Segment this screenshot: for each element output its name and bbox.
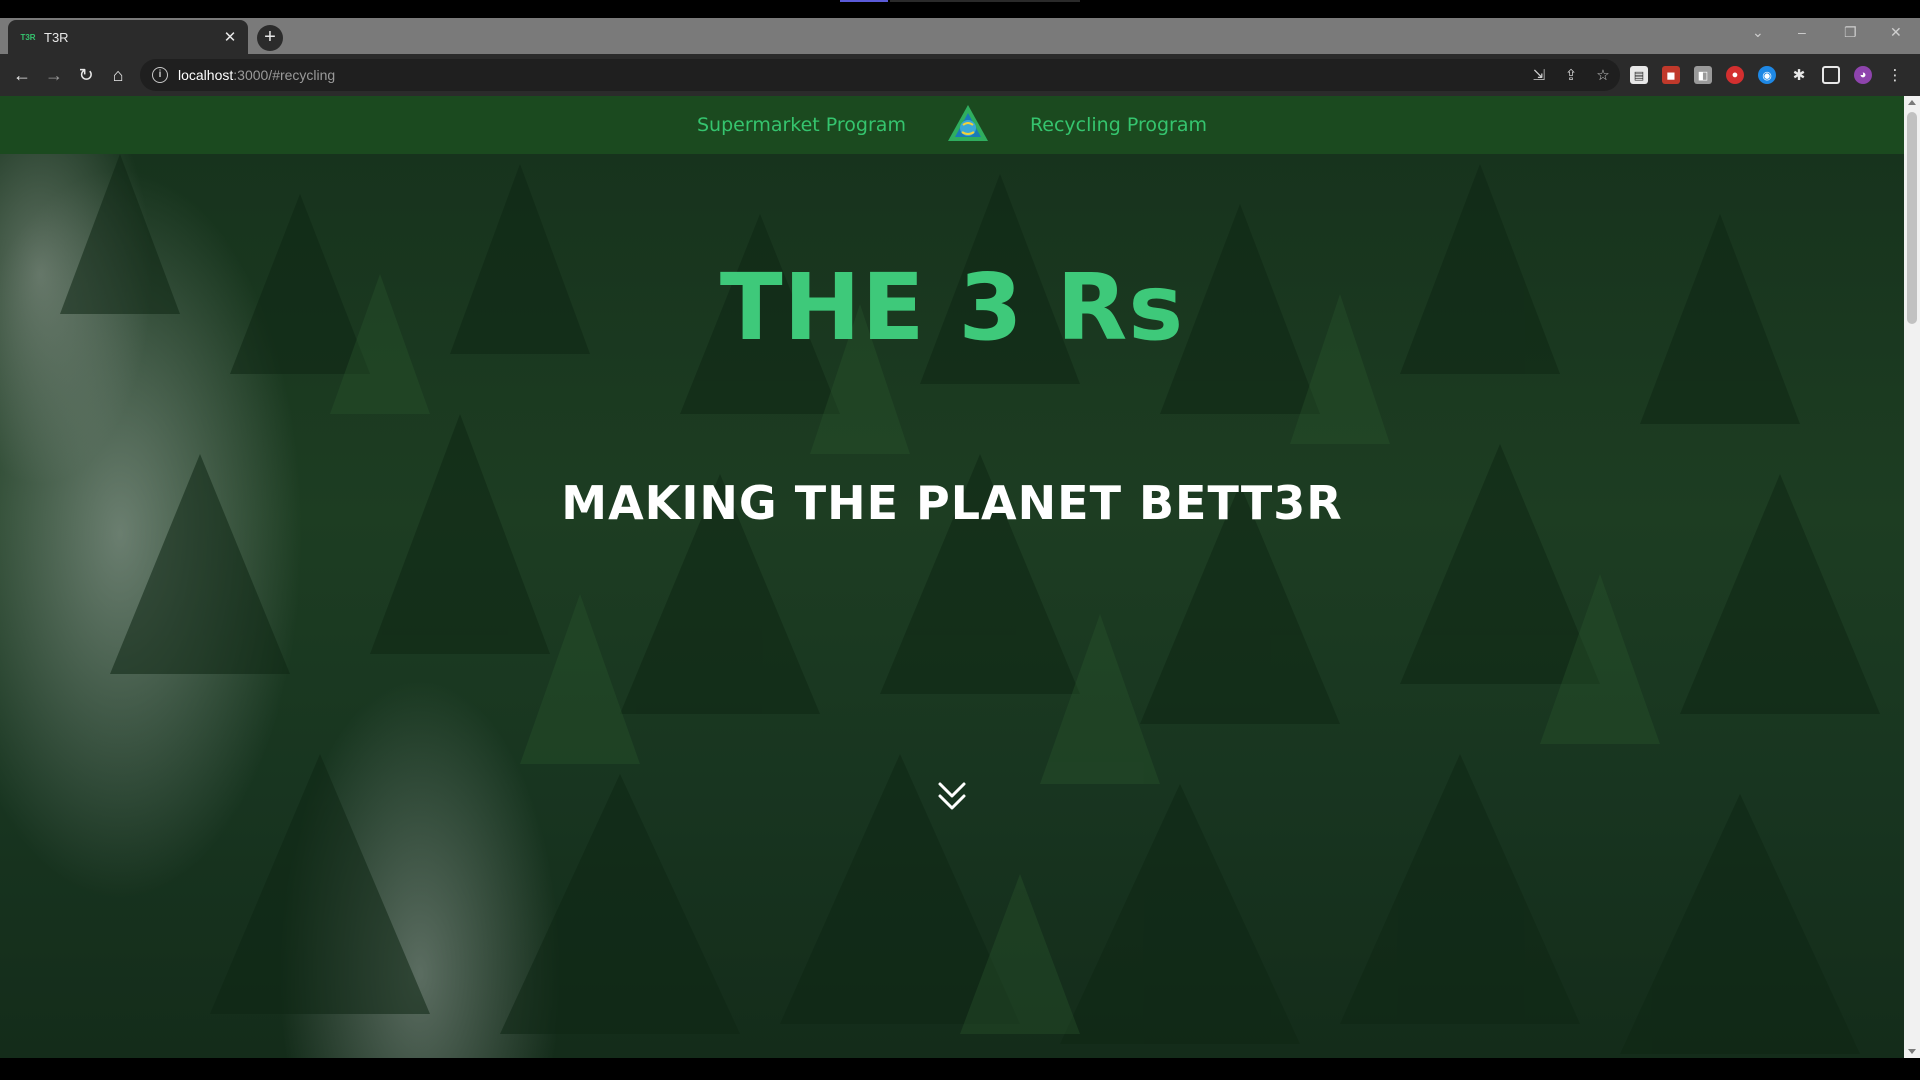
browser-tab-bar: T3R T3R ✕ + ⌄ – ❐ ✕ <box>0 18 1920 54</box>
bottom-strip <box>0 1058 1920 1080</box>
address-host: localhost <box>178 67 234 83</box>
hero-title: THE 3 Rs <box>719 254 1185 361</box>
top-accent <box>840 0 888 2</box>
new-tab-button[interactable]: + <box>257 25 283 51</box>
extension-gray-icon[interactable]: ◧ <box>1694 66 1712 84</box>
scroll-up-arrow-icon[interactable] <box>1908 100 1916 105</box>
tab-close-icon[interactable]: ✕ <box>222 28 238 46</box>
address-path: :3000/#recycling <box>233 67 336 83</box>
top-strip <box>0 0 1920 18</box>
top-accent-2 <box>890 0 1080 2</box>
reload-icon[interactable]: ↻ <box>74 63 98 87</box>
browser-tab[interactable]: T3R T3R ✕ <box>8 20 248 54</box>
share-icon[interactable]: ⇪ <box>1562 66 1580 84</box>
side-panel-icon[interactable] <box>1822 66 1840 84</box>
extension-blue-icon[interactable]: ◉ <box>1758 66 1776 84</box>
address-bar[interactable]: i localhost:3000/#recycling ⇲ ⇪ ☆ <box>140 59 1620 91</box>
profile-avatar-icon[interactable]: ◕ <box>1854 66 1872 84</box>
scroll-down-arrow-icon[interactable] <box>1908 1049 1916 1054</box>
screen: T3R T3R ✕ + ⌄ – ❐ ✕ ← → ↻ ⌂ i localhost:… <box>0 0 1920 1080</box>
tab-search-icon[interactable]: ⌄ <box>1752 24 1764 41</box>
tab-title: T3R <box>44 29 69 45</box>
page-viewport: Supermarket Program Recycling Program TH… <box>0 96 1904 1058</box>
menu-kebab-icon[interactable]: ⋮ <box>1886 66 1904 84</box>
t3r-logo-icon[interactable] <box>944 101 992 149</box>
page-scrollbar[interactable] <box>1904 96 1920 1058</box>
forward-icon[interactable]: → <box>42 63 66 87</box>
nav-link-recycling[interactable]: Recycling Program <box>1030 114 1207 136</box>
hero-section: THE 3 Rs MAKING THE PLANET BETT3R <box>0 154 1904 1058</box>
extension-record-icon[interactable]: ● <box>1726 66 1744 84</box>
restore-icon[interactable]: ❐ <box>1844 24 1857 41</box>
install-app-icon[interactable]: ⇲ <box>1530 66 1548 84</box>
back-icon[interactable]: ← <box>10 63 34 87</box>
bookmark-star-icon[interactable]: ☆ <box>1594 66 1612 84</box>
nav-link-supermarket[interactable]: Supermarket Program <box>697 114 906 136</box>
scrollbar-thumb[interactable] <box>1907 112 1917 324</box>
extensions-puzzle-icon[interactable]: ✱ <box>1790 66 1808 84</box>
extensions-area: ▤ ◼ ◧ ● ◉ ✱ ◕ ⋮ <box>1630 66 1904 84</box>
double-chevron-down-icon[interactable] <box>932 776 972 816</box>
tab-favicon-icon: T3R <box>20 32 36 42</box>
browser-toolbar: ← → ↻ ⌂ i localhost:3000/#recycling ⇲ ⇪ … <box>0 54 1920 96</box>
site-info-icon[interactable]: i <box>152 67 168 83</box>
omnibox-actions: ⇲ ⇪ ☆ <box>1530 66 1612 84</box>
home-icon[interactable]: ⌂ <box>106 63 130 87</box>
window-close-icon[interactable]: ✕ <box>1890 24 1902 41</box>
extension-notes-icon[interactable]: ▤ <box>1630 66 1648 84</box>
hero-subtitle: MAKING THE PLANET BETT3R <box>561 476 1343 530</box>
minimize-icon[interactable]: – <box>1798 24 1806 40</box>
extension-red-icon[interactable]: ◼ <box>1662 66 1680 84</box>
site-navbar: Supermarket Program Recycling Program <box>0 96 1904 154</box>
